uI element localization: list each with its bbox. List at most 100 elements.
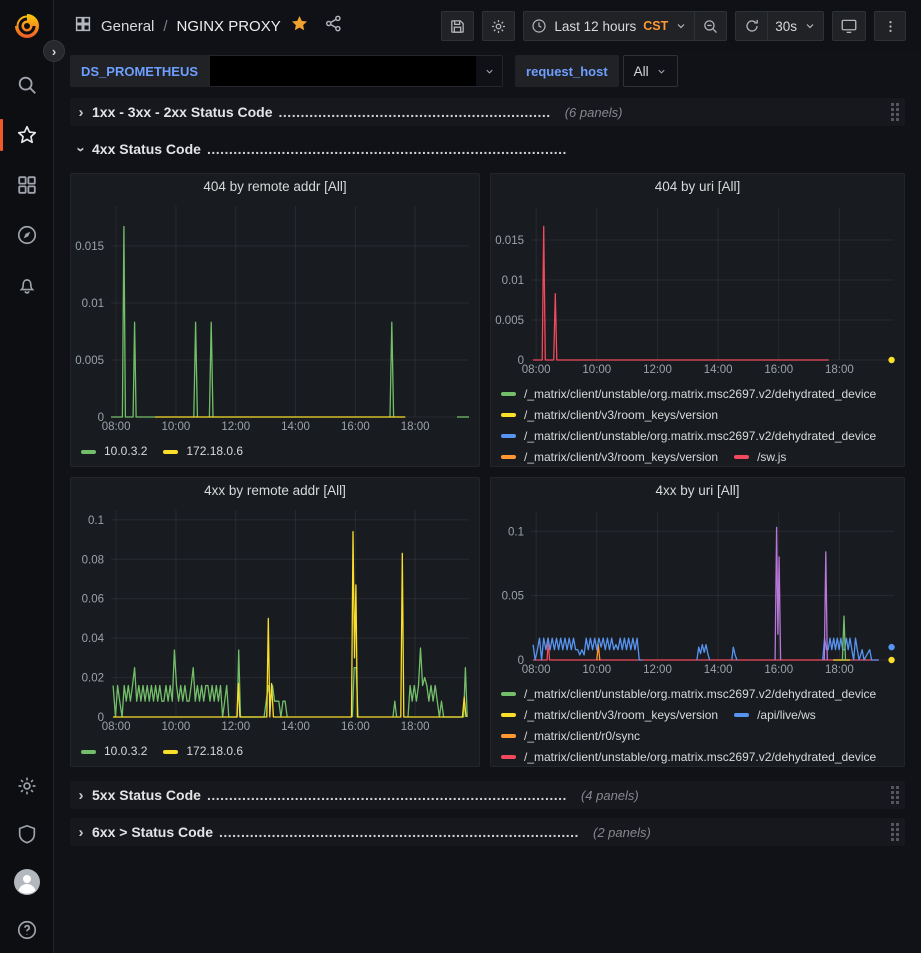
svg-text:10:00: 10:00 xyxy=(162,421,191,433)
dashboard-title[interactable]: NGINX PROXY xyxy=(177,18,281,35)
legend-label: 10.0.3.2 xyxy=(104,741,147,762)
chevron-right-icon[interactable]: › xyxy=(70,104,92,121)
dashboard-settings-button[interactable] xyxy=(482,11,515,41)
grafana-logo-icon[interactable] xyxy=(11,10,43,42)
datasource-variable-select[interactable] xyxy=(209,55,503,87)
chevron-down-icon[interactable]: › xyxy=(73,138,90,160)
svg-text:0.02: 0.02 xyxy=(82,673,104,685)
svg-text:18:00: 18:00 xyxy=(401,721,430,733)
starred-dashboards-icon[interactable] xyxy=(0,122,54,148)
svg-text:0.05: 0.05 xyxy=(502,590,524,602)
row-panel-count: (6 panels) xyxy=(565,105,623,120)
time-range-label: Last 12 hours xyxy=(554,19,636,34)
help-icon[interactable] xyxy=(0,917,54,943)
svg-text:10:00: 10:00 xyxy=(162,721,191,733)
chevron-right-icon[interactable]: › xyxy=(70,824,92,841)
grafana-dashboard: › General / NGINX PROXY xyxy=(0,0,921,953)
zoom-out-button[interactable] xyxy=(694,11,727,41)
legend-item[interactable]: /_matrix/client/v3/room_keys/version xyxy=(501,405,718,426)
row-1xx-3xx-2xx[interactable]: › 1xx - 3xx - 2xx Status Code ..........… xyxy=(70,98,905,126)
svg-text:0.015: 0.015 xyxy=(75,241,104,253)
svg-text:12:00: 12:00 xyxy=(221,721,250,733)
timeseries-chart-404-uri[interactable]: 00.0050.010.01508:0010:0012:0014:0016:00… xyxy=(491,200,904,382)
search-icon[interactable] xyxy=(0,72,54,98)
time-controls: Last 12 hours CST xyxy=(523,11,727,41)
legend-swatch xyxy=(81,750,96,754)
svg-text:14:00: 14:00 xyxy=(704,364,733,376)
svg-text:0.06: 0.06 xyxy=(82,594,104,606)
dashboard-body: › 1xx - 3xx - 2xx Status Code ..........… xyxy=(54,90,921,846)
legend-swatch xyxy=(501,692,516,696)
breadcrumb-separator: / xyxy=(163,18,167,35)
legend-item[interactable]: /_matrix/client/unstable/org.matrix.msc2… xyxy=(501,426,876,447)
datasource-variable-label: DS_PROMETHEUS xyxy=(70,55,209,87)
refresh-button[interactable] xyxy=(735,11,767,41)
time-range-picker[interactable]: Last 12 hours CST xyxy=(523,11,694,41)
legend-swatch xyxy=(734,713,749,717)
chevron-right-icon[interactable]: › xyxy=(70,787,92,804)
svg-text:0.005: 0.005 xyxy=(75,355,104,367)
timezone-label: CST xyxy=(643,19,668,33)
panel-title[interactable]: 404 by remote addr [All] xyxy=(71,174,479,198)
row-drag-handle[interactable] xyxy=(891,786,899,804)
refresh-interval-picker[interactable]: 30s xyxy=(767,11,824,41)
panel-404-by-remote-addr: 404 by remote addr [All] 00.0050.010.015… xyxy=(70,173,480,467)
row-5xx[interactable]: › 5xx Status Code ......................… xyxy=(70,781,905,809)
alerting-bell-icon[interactable] xyxy=(0,272,54,298)
panel-title[interactable]: 4xx by remote addr [All] xyxy=(71,478,479,502)
kebab-menu-button[interactable] xyxy=(874,11,906,41)
row-title-leader-dots: ........................................… xyxy=(219,824,579,840)
save-dashboard-button[interactable] xyxy=(441,11,474,41)
row-title[interactable]: 1xx - 3xx - 2xx Status Code xyxy=(92,104,273,120)
configuration-gear-icon[interactable] xyxy=(0,773,54,799)
row-title[interactable]: 4xx Status Code xyxy=(92,141,201,157)
legend-item[interactable]: /_matrix/client/r0/sync xyxy=(501,726,640,747)
explore-compass-icon[interactable] xyxy=(0,222,54,248)
row-title[interactable]: 5xx Status Code xyxy=(92,787,201,803)
row-drag-handle[interactable] xyxy=(891,103,899,121)
legend-item[interactable]: /api/live/ws xyxy=(734,705,816,726)
legend-item[interactable]: /_matrix/client/unstable/org.matrix.msc2… xyxy=(501,384,876,405)
chart-legend: 10.0.3.2 172.18.0.6 xyxy=(71,439,479,466)
svg-text:14:00: 14:00 xyxy=(704,664,733,676)
legend-item[interactable]: /_matrix/client/unstable/org.matrix.msc2… xyxy=(501,684,876,705)
legend-label: /_matrix/client/v3/room_keys/version xyxy=(524,447,718,466)
row-title[interactable]: 6xx > Status Code xyxy=(92,824,213,840)
timeseries-chart-404-remote-addr[interactable]: 00.0050.010.01508:0010:0012:0014:0016:00… xyxy=(71,198,479,439)
timeseries-chart-4xx-remote-addr[interactable]: 00.020.040.060.080.108:0010:0012:0014:00… xyxy=(71,502,479,739)
request-host-variable-picker[interactable]: All xyxy=(623,55,678,87)
legend-swatch xyxy=(501,392,516,396)
sidebar-collapse-button[interactable]: › xyxy=(43,40,65,62)
legend-item[interactable]: /_matrix/client/v3/room_keys/version xyxy=(501,705,718,726)
legend-item[interactable]: /_matrix/client/unstable/org.matrix.msc2… xyxy=(501,747,876,766)
favorite-star-icon[interactable] xyxy=(290,14,309,38)
legend-item[interactable]: /_matrix/client/v3/room_keys/version xyxy=(501,447,718,466)
panels-grid: 404 by remote addr [All] 00.0050.010.015… xyxy=(70,173,905,767)
panel-title[interactable]: 4xx by uri [All] xyxy=(491,478,904,504)
legend-item[interactable]: 172.18.0.6 xyxy=(163,441,243,462)
panel-title[interactable]: 404 by uri [All] xyxy=(491,174,904,200)
chart-legend: /_matrix/client/unstable/org.matrix.msc2… xyxy=(491,382,904,466)
legend-item[interactable]: /sw.js xyxy=(734,447,786,466)
dashboards-icon[interactable] xyxy=(0,172,54,198)
svg-text:0.005: 0.005 xyxy=(495,315,524,327)
legend-swatch xyxy=(501,755,516,759)
legend-item[interactable]: 10.0.3.2 xyxy=(81,741,147,762)
svg-text:0.01: 0.01 xyxy=(82,298,104,310)
submenu-bar: DS_PROMETHEUS request_host All xyxy=(54,52,921,90)
row-4xx[interactable]: › 4xx Status Code ......................… xyxy=(70,135,905,163)
legend-item[interactable]: 10.0.3.2 xyxy=(81,441,147,462)
share-icon[interactable] xyxy=(324,14,343,38)
svg-text:08:00: 08:00 xyxy=(102,421,131,433)
row-6xx[interactable]: › 6xx > Status Code ....................… xyxy=(70,818,905,846)
row-drag-handle[interactable] xyxy=(891,823,899,841)
legend-item[interactable]: 172.18.0.6 xyxy=(163,741,243,762)
svg-text:12:00: 12:00 xyxy=(221,421,250,433)
cycle-view-monitor-button[interactable] xyxy=(832,11,866,41)
breadcrumb-folder[interactable]: General xyxy=(101,18,154,35)
svg-text:10:00: 10:00 xyxy=(582,364,611,376)
timeseries-chart-4xx-uri[interactable]: 00.050.108:0010:0012:0014:0016:0018:00 xyxy=(491,504,904,682)
user-avatar[interactable] xyxy=(0,869,54,895)
svg-text:16:00: 16:00 xyxy=(764,664,793,676)
server-admin-shield-icon[interactable] xyxy=(0,821,54,847)
